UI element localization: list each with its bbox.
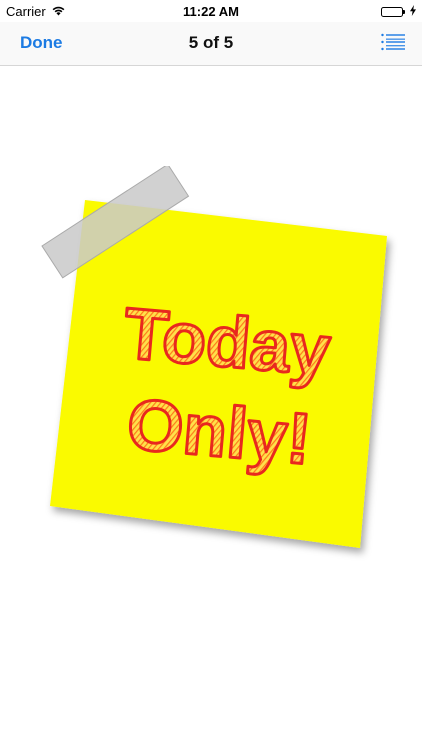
screen: Carrier 11:22 AM Done 5 of 5 Today Only! <box>0 0 422 750</box>
done-button[interactable]: Done <box>20 33 63 53</box>
content-area: Today Only! <box>0 66 422 750</box>
sticky-note-image: Today Only! <box>41 166 387 548</box>
status-right <box>381 4 416 19</box>
charging-bolt-icon <box>410 4 416 19</box>
status-time: 11:22 AM <box>183 4 239 19</box>
note-text-line2: Only! <box>124 384 314 480</box>
status-bar: Carrier 11:22 AM <box>0 0 422 22</box>
list-icon <box>381 33 405 54</box>
nav-bar: Done 5 of 5 <box>0 22 422 66</box>
battery-icon <box>381 6 405 17</box>
list-button[interactable] <box>380 33 406 53</box>
page-counter-title: 5 of 5 <box>188 33 234 52</box>
